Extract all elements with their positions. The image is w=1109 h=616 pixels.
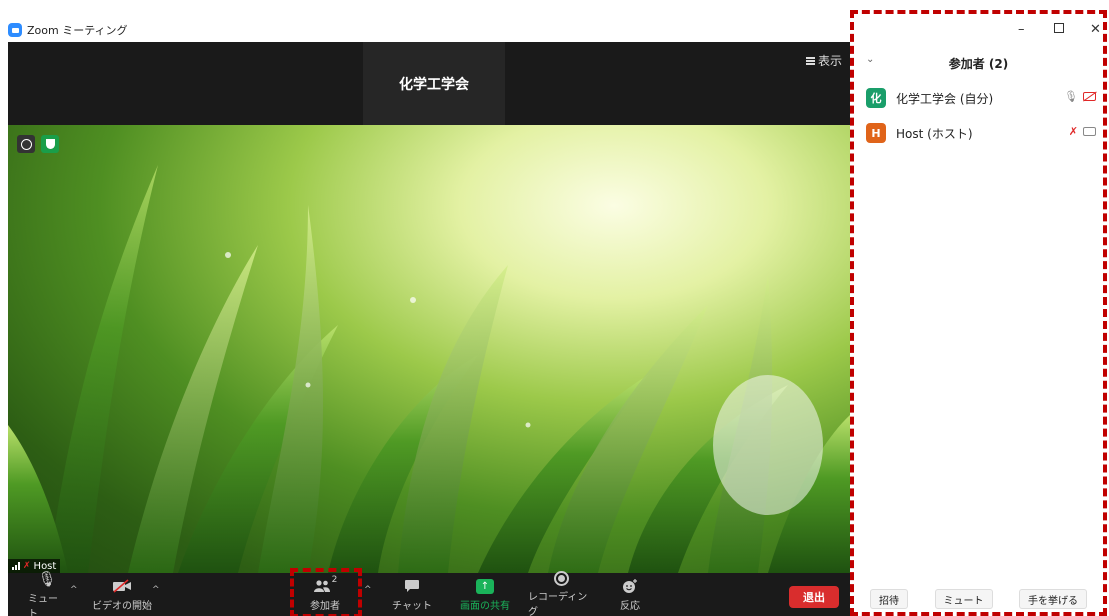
participants-button[interactable]: 2 参加者 xyxy=(300,573,350,616)
view-button[interactable]: 表示 xyxy=(805,52,842,69)
participants-label: 参加者 xyxy=(310,601,340,612)
zoom-logo-icon xyxy=(8,23,22,37)
share-screen-button[interactable]: ↑ 画面の共有 xyxy=(456,573,514,616)
maximize-icon[interactable] xyxy=(1054,23,1064,33)
record-button[interactable]: レコーディング xyxy=(528,571,594,616)
grass-background-image xyxy=(8,165,850,573)
record-label: レコーディング xyxy=(528,592,588,616)
share-screen-icon-wrap: ↑ xyxy=(476,577,494,595)
chat-bubble-icon xyxy=(404,577,420,595)
panel-title: 参加者 (2) xyxy=(948,56,1009,71)
reactions-button[interactable]: 反応 xyxy=(612,573,648,616)
window-title: Zoom ミーティング xyxy=(27,24,128,37)
participant-row[interactable]: 化 化学工学会 (自分) 🎙 xyxy=(866,86,1096,110)
video-area xyxy=(8,125,850,573)
leave-meeting-button[interactable]: 退出 xyxy=(789,586,839,608)
video-icon[interactable] xyxy=(1083,127,1096,136)
share-screen-icon: ↑ xyxy=(476,578,494,594)
participant-name: 化学工学会 (自分) xyxy=(896,91,994,106)
microphone-icon: 🎙 xyxy=(37,569,57,588)
reactions-label: 反応 xyxy=(620,601,640,612)
mic-muted-icon[interactable]: ✗ xyxy=(1069,125,1078,138)
signal-strength-icon xyxy=(12,562,20,570)
participant-row[interactable]: H Host (ホスト) ✗ xyxy=(866,121,1096,145)
mic-muted-icon: ✗ xyxy=(23,561,31,571)
participant-status: ✗ xyxy=(1069,125,1096,138)
panel-footer: 招待 ミュート 手を挙げる xyxy=(854,589,1103,611)
chat-button[interactable]: チャット xyxy=(390,573,434,616)
record-icon-wrap xyxy=(553,571,569,586)
video-options-caret-icon[interactable]: ^ xyxy=(152,585,160,595)
share-screen-label: 画面の共有 xyxy=(460,601,510,612)
minimize-icon[interactable]: – xyxy=(1018,22,1025,37)
close-icon[interactable]: ✕ xyxy=(1090,22,1101,37)
raise-hand-button[interactable]: 手を挙げる xyxy=(1019,589,1087,609)
gallery-view-icon xyxy=(805,56,815,65)
mute-button[interactable]: 🎙 ミュート xyxy=(28,569,66,616)
speaker-tile[interactable]: 化学工学会 xyxy=(363,42,505,125)
video-off-icon xyxy=(112,577,132,595)
invite-button[interactable]: 招待 xyxy=(870,589,908,609)
speaker-bar: 化学工学会 表示 xyxy=(8,42,850,125)
avatar: H xyxy=(866,123,886,143)
speaker-name: 化学工学会 xyxy=(399,76,469,93)
microphone-icon[interactable]: 🎙 xyxy=(1064,90,1078,103)
start-video-label: ビデオの開始 xyxy=(92,601,152,612)
chat-label: チャット xyxy=(392,601,432,612)
zoom-window: Zoom ミーティング 化学工学会 表示 ✗ Host 🎙 ミュート ^ ビデオ… xyxy=(0,0,1109,616)
mute-options-caret-icon[interactable]: ^ xyxy=(70,585,78,595)
participants-icon: 2 xyxy=(313,575,338,595)
participant-status: 🎙 xyxy=(1064,90,1096,103)
avatar: 化 xyxy=(866,88,886,108)
video-off-icon[interactable] xyxy=(1083,92,1096,101)
participants-options-caret-icon[interactable]: ^ xyxy=(364,585,372,595)
participants-panel: – ✕ ⌄ 参加者 (2) 化 化学工学会 (自分) 🎙 H Host (ホスト… xyxy=(854,14,1103,616)
mute-label: ミュート xyxy=(28,593,58,616)
participant-name: Host (ホスト) xyxy=(896,126,973,141)
title-bar: Zoom ミーティング xyxy=(8,18,850,42)
participants-count: 2 xyxy=(331,575,338,585)
view-label: 表示 xyxy=(817,54,842,68)
smiley-icon xyxy=(622,577,638,595)
record-icon xyxy=(553,571,569,586)
meeting-info-icon[interactable] xyxy=(17,135,35,153)
mute-all-button[interactable]: ミュート xyxy=(934,589,993,609)
security-shield-icon[interactable] xyxy=(41,135,59,153)
start-video-button[interactable]: ビデオの開始 xyxy=(86,573,158,616)
meeting-toolbar: 🎙 ミュート ^ ビデオの開始 ^ 2 参加者 ^ チャット ↑ 画面の共有 レ… xyxy=(8,569,850,616)
